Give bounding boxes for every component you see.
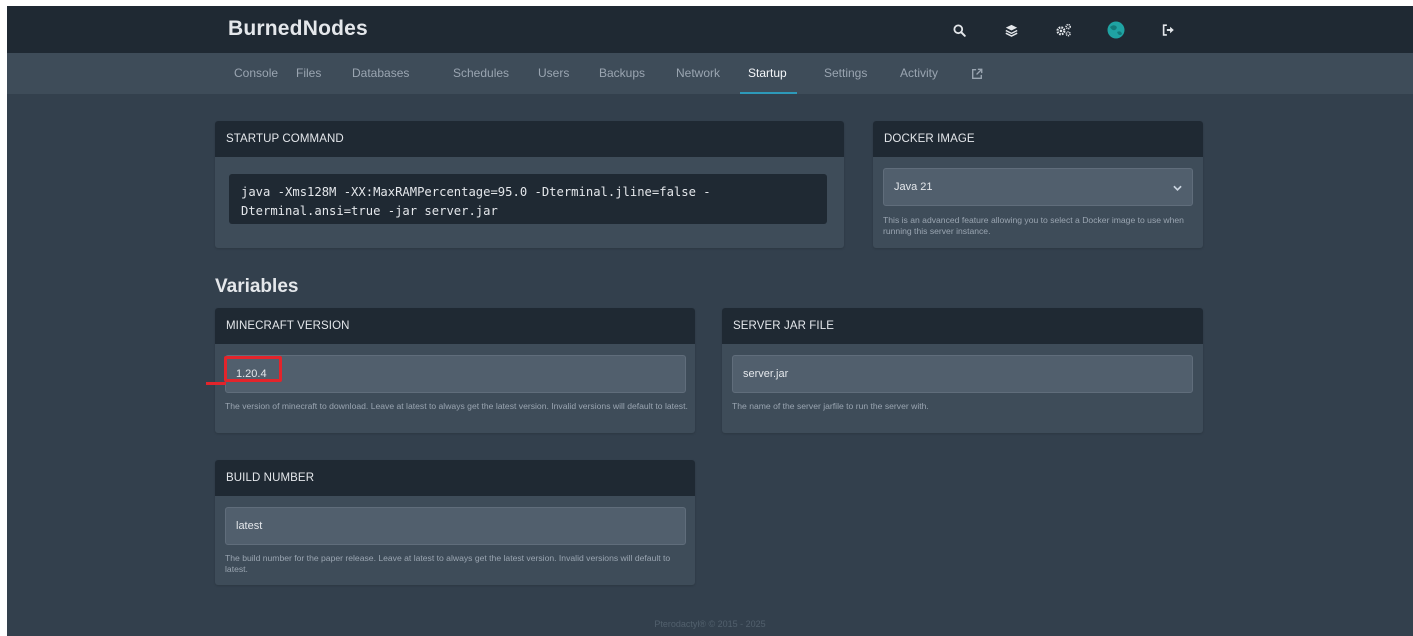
- minecraft-version-input[interactable]: 1.20.4: [225, 355, 686, 393]
- docker-image-help: This is an advanced feature allowing you…: [883, 215, 1184, 236]
- tab-console[interactable]: Console: [234, 53, 278, 94]
- tab-network[interactable]: Network: [676, 53, 720, 94]
- annotation-highlight-box: [224, 356, 282, 382]
- tab-backups[interactable]: Backups: [599, 53, 645, 94]
- docker-image-value: Java 21: [894, 181, 933, 193]
- top-navbar: BurnedNodes: [7, 6, 1413, 53]
- startup-command-display: java -Xms128M -XX:MaxRAMPercentage=95.0 …: [229, 174, 827, 224]
- server-jar-panel: SERVER JAR FILE server.jar The name of t…: [722, 308, 1203, 433]
- cogs-icon[interactable]: [1051, 18, 1075, 42]
- tab-activity[interactable]: Activity: [900, 53, 938, 94]
- server-jar-input[interactable]: server.jar: [732, 355, 1193, 393]
- brand-logo[interactable]: BurnedNodes: [228, 17, 368, 41]
- docker-image-panel: DOCKER IMAGE Java 21 This is an advanced…: [873, 121, 1203, 248]
- app-shell: BurnedNodes Console Files Databases Sche…: [7, 6, 1413, 636]
- sign-out-icon[interactable]: [1156, 18, 1180, 42]
- docker-image-select[interactable]: Java 21: [883, 168, 1193, 206]
- server-jar-value: server.jar: [743, 368, 789, 380]
- tab-settings[interactable]: Settings: [824, 53, 867, 94]
- server-subnav: Console Files Databases Schedules Users …: [7, 53, 1413, 94]
- build-number-help: The build number for the paper release. …: [225, 553, 671, 574]
- minecraft-version-panel: MINECRAFT VERSION 1.20.4 The version of …: [215, 308, 695, 433]
- server-jar-help: The name of the server jarfile to run th…: [732, 401, 929, 411]
- panel-title: DOCKER IMAGE: [873, 121, 1203, 157]
- footer-copyright: Pterodactyl® © 2015 - 2025: [654, 619, 766, 629]
- search-icon[interactable]: [947, 18, 971, 42]
- minecraft-version-help: The version of minecraft to download. Le…: [225, 401, 688, 411]
- panel-title: SERVER JAR FILE: [722, 308, 1203, 344]
- tab-files[interactable]: Files: [296, 53, 321, 94]
- tab-schedules[interactable]: Schedules: [453, 53, 509, 94]
- startup-command-panel: STARTUP COMMAND java -Xms128M -XX:MaxRAM…: [215, 121, 844, 248]
- variables-heading: Variables: [215, 276, 299, 297]
- panel-title: STARTUP COMMAND: [215, 121, 844, 157]
- tab-startup[interactable]: Startup: [740, 53, 797, 94]
- avatar[interactable]: [1104, 18, 1128, 42]
- panel-title: BUILD NUMBER: [215, 460, 695, 496]
- build-number-panel: BUILD NUMBER latest The build number for…: [215, 460, 695, 585]
- chevron-down-icon: [1173, 183, 1182, 195]
- panel-title: MINECRAFT VERSION: [215, 308, 695, 344]
- layers-icon[interactable]: [999, 18, 1023, 42]
- external-link-icon[interactable]: [971, 53, 983, 94]
- build-number-value: latest: [236, 520, 263, 532]
- tab-users[interactable]: Users: [538, 53, 569, 94]
- build-number-input[interactable]: latest: [225, 507, 686, 545]
- tab-databases[interactable]: Databases: [352, 53, 409, 94]
- annotation-marker-line: [206, 382, 226, 385]
